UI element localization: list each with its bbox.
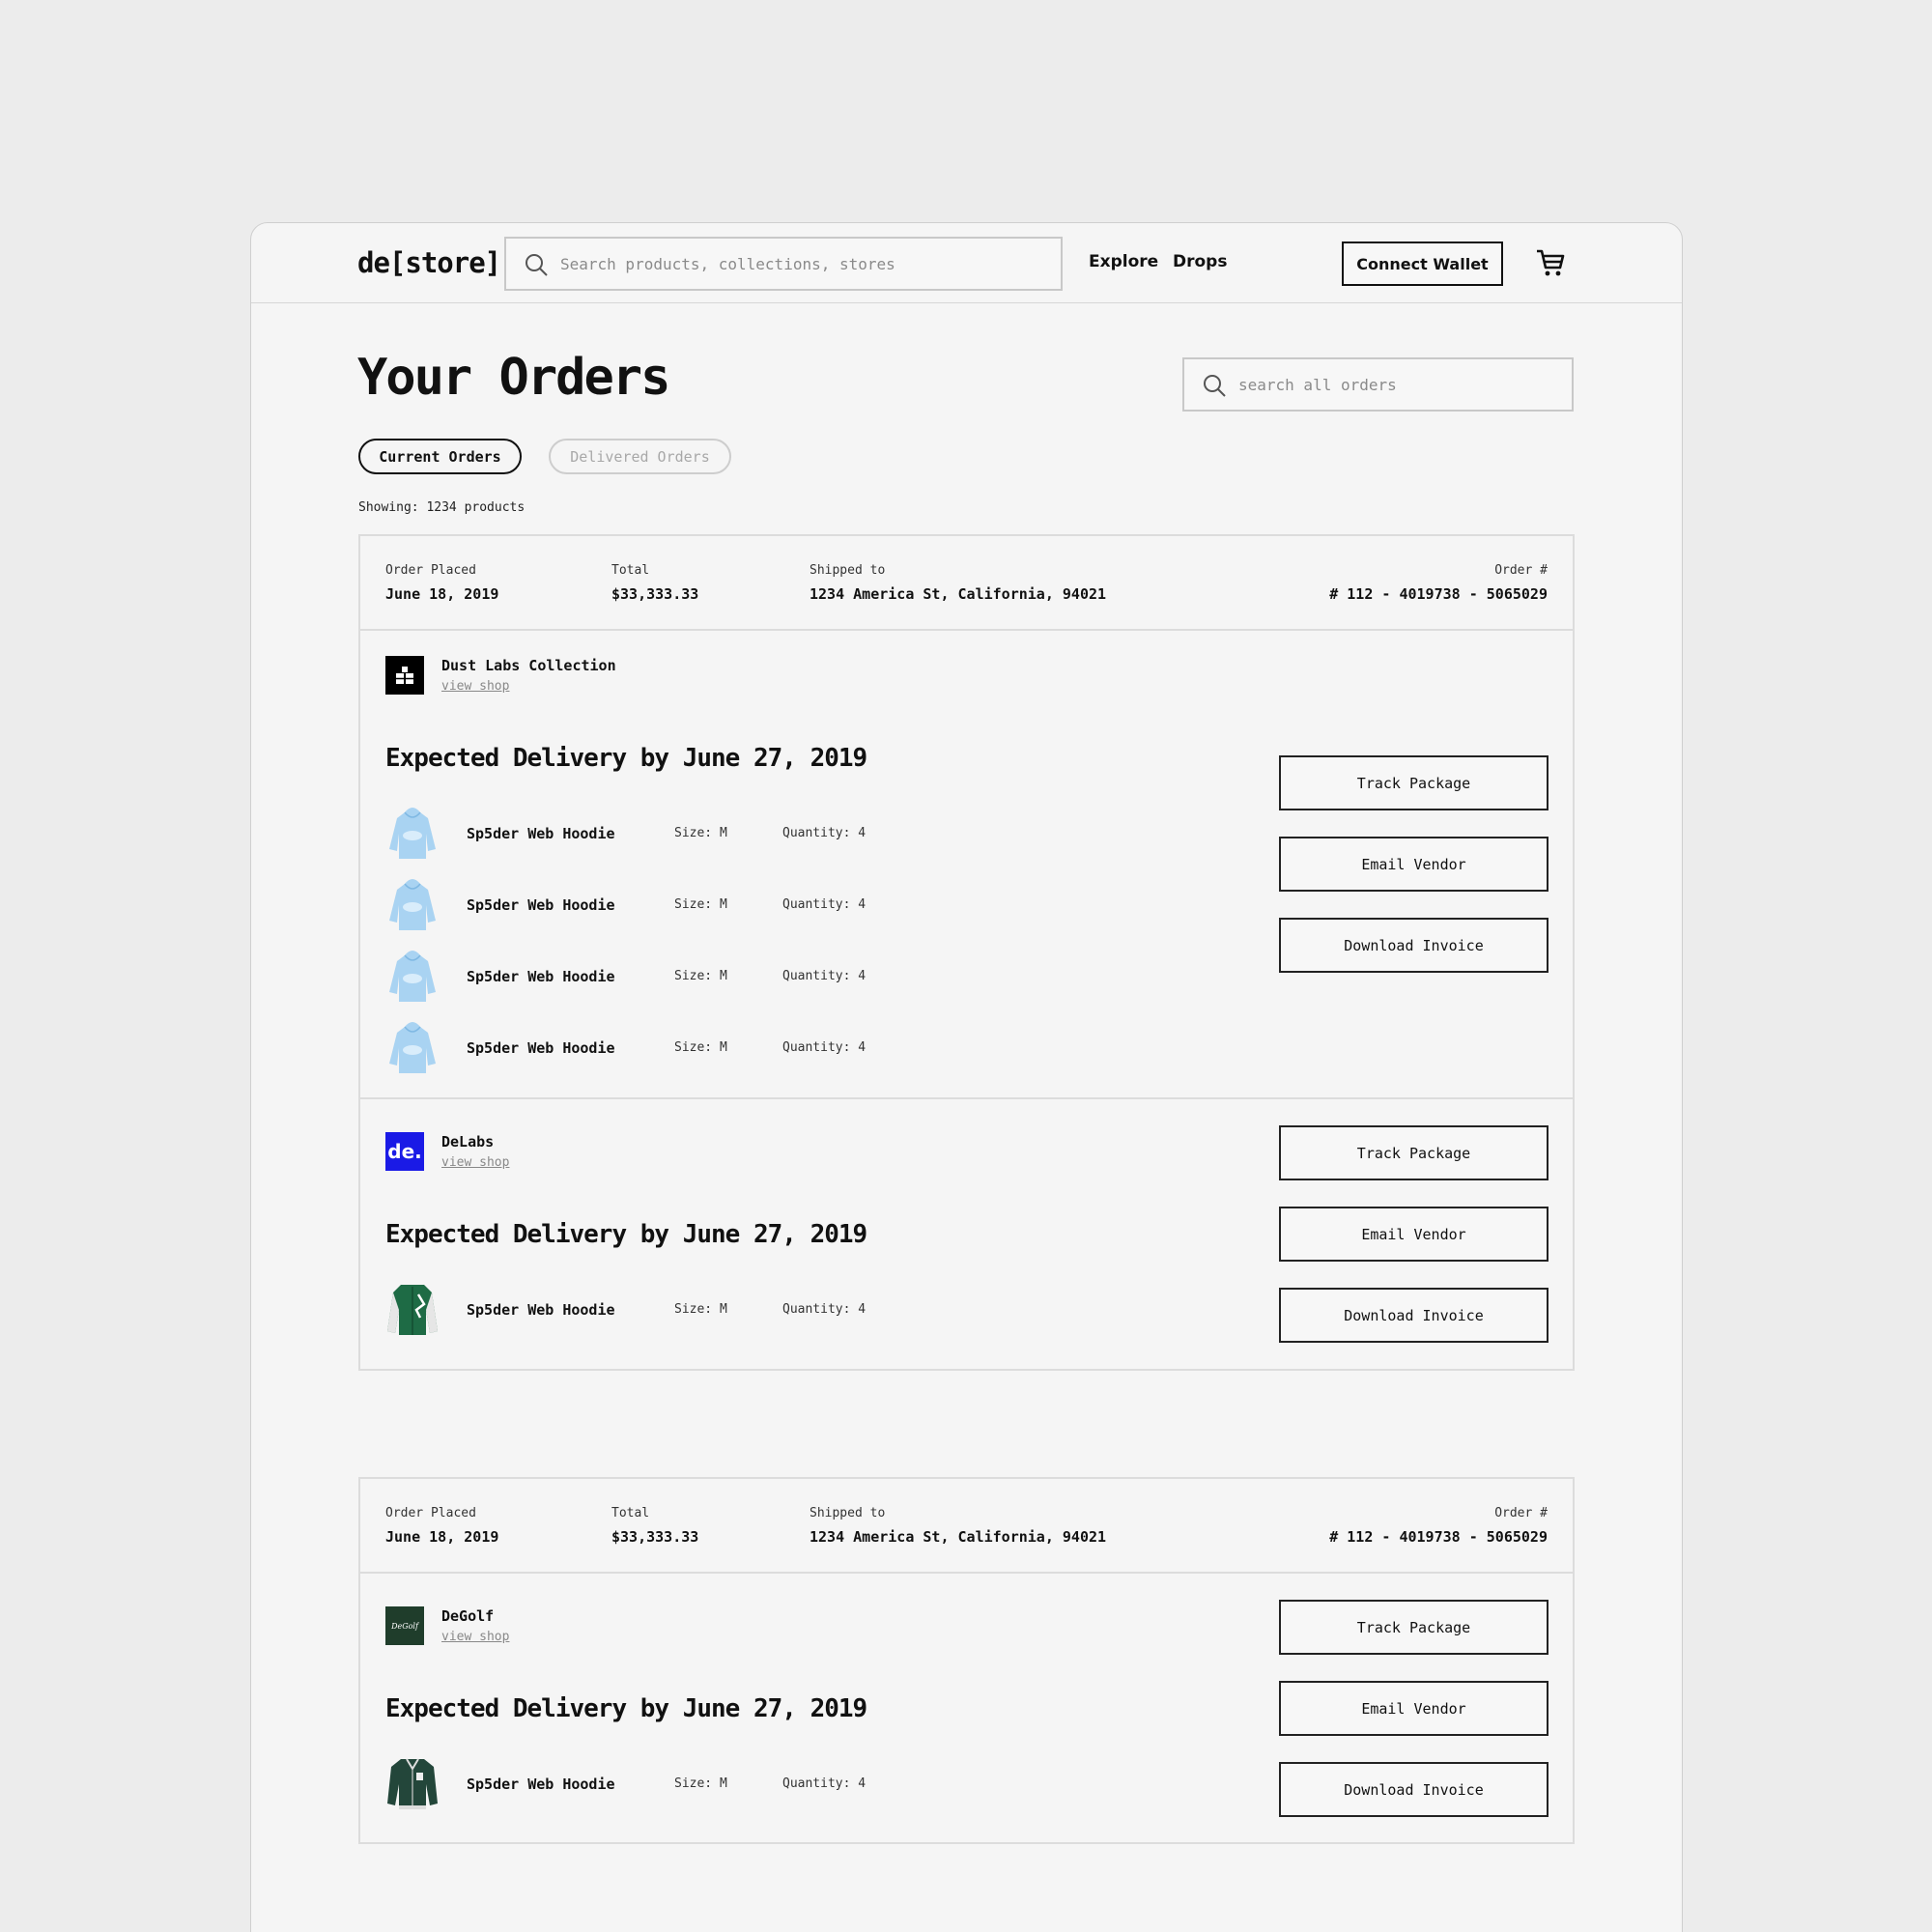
download-invoice-button[interactable]: Download Invoice — [1279, 1762, 1548, 1817]
item-quantity: Quantity: 4 — [782, 1776, 867, 1791]
order-summary: Order Placed June 18, 2019 Total $33,333… — [360, 1479, 1573, 1574]
app-window: de[store] Search products, collections, … — [250, 222, 1683, 1932]
total-value: $33,333.33 — [611, 1528, 699, 1546]
total-label: Total — [611, 1506, 650, 1520]
download-invoice-button[interactable]: Download Invoice — [1279, 918, 1548, 973]
cart-icon[interactable] — [1535, 248, 1566, 277]
total-label: Total — [611, 563, 650, 578]
item-name[interactable]: Sp5der Web Hoodie — [467, 1776, 615, 1793]
expected-delivery: Expected Delivery by June 27, 2019 — [385, 1220, 867, 1249]
shipped-to-value: 1234 America St, California, 94021 — [810, 585, 1107, 603]
line-item: Sp5der Web Hoodie Size: M Quantity: 4 — [385, 1281, 965, 1339]
shipped-to-value: 1234 America St, California, 94021 — [810, 1528, 1107, 1546]
order-placed-label: Order Placed — [385, 563, 476, 578]
hoodie-thumbnail — [389, 1022, 436, 1073]
search-icon — [1204, 375, 1226, 397]
line-item: Sp5der Web Hoodie Size: M Quantity: 4 — [385, 1019, 965, 1077]
tab-delivered-orders[interactable]: Delivered Orders — [549, 439, 731, 474]
vendor-section: de. DeLabs view shop Expected Delivery b… — [360, 1099, 1573, 1369]
order-placed-label: Order Placed — [385, 1506, 476, 1520]
order-card: Order Placed June 18, 2019 Total $33,333… — [358, 534, 1575, 1371]
item-name[interactable]: Sp5der Web Hoodie — [467, 896, 615, 914]
item-size: Size: M — [674, 897, 727, 912]
order-placed: Order Placed June 18, 2019 — [385, 1506, 498, 1546]
dust-labs-logo — [385, 656, 424, 695]
email-vendor-button[interactable]: Email Vendor — [1279, 1681, 1548, 1736]
order-placed-value: June 18, 2019 — [385, 1528, 499, 1546]
search-placeholder: Search products, collections, stores — [560, 255, 895, 273]
item-quantity: Quantity: 4 — [782, 1302, 867, 1317]
item-size: Size: M — [674, 1302, 727, 1317]
shipped-to: Shipped to 1234 America St, California, … — [810, 563, 1106, 603]
order-search-input[interactable]: search all orders — [1182, 357, 1574, 412]
item-quantity: Quantity: 4 — [782, 1040, 867, 1055]
order-placed-value: June 18, 2019 — [385, 585, 499, 603]
line-item: Sp5der Web Hoodie Size: M Quantity: 4 — [385, 876, 965, 934]
varsity-jacket-thumbnail — [387, 1285, 438, 1335]
download-invoice-button[interactable]: Download Invoice — [1279, 1288, 1548, 1343]
total-value: $33,333.33 — [611, 585, 699, 603]
item-size: Size: M — [674, 1040, 727, 1055]
store-logo[interactable]: de[store] — [357, 246, 501, 279]
product-search-input[interactable]: Search products, collections, stores — [504, 237, 1063, 291]
connect-wallet-button[interactable]: Connect Wallet — [1342, 242, 1503, 286]
vendor-section: DeGolf DeGolf view shop Expected Deliver… — [360, 1574, 1573, 1842]
item-size: Size: M — [674, 969, 727, 983]
page-title: Your Orders — [357, 349, 670, 407]
nav-explore[interactable]: Explore — [1089, 252, 1158, 271]
varsity-jacket-thumbnail — [387, 1758, 438, 1809]
order-total: Total $33,333.33 — [611, 563, 698, 603]
item-name[interactable]: Sp5der Web Hoodie — [467, 825, 615, 842]
order-number: Order # # 112 - 4019738 - 5065029 — [1329, 1506, 1548, 1546]
expected-delivery: Expected Delivery by June 27, 2019 — [385, 744, 867, 773]
shipped-to-label: Shipped to — [810, 1506, 886, 1520]
top-nav-bar: de[store] Search products, collections, … — [251, 223, 1682, 303]
order-search-placeholder: search all orders — [1238, 376, 1397, 394]
track-package-button[interactable]: Track Package — [1279, 755, 1548, 810]
order-card: Order Placed June 18, 2019 Total $33,333… — [358, 1477, 1575, 1844]
view-shop-link[interactable]: view shop — [441, 1155, 509, 1170]
line-item: Sp5der Web Hoodie Size: M Quantity: 4 — [385, 805, 965, 863]
item-name[interactable]: Sp5der Web Hoodie — [467, 968, 615, 985]
vendor-name: DeLabs — [441, 1133, 495, 1151]
item-name[interactable]: Sp5der Web Hoodie — [467, 1301, 615, 1319]
expected-delivery: Expected Delivery by June 27, 2019 — [385, 1694, 867, 1723]
order-number-value: # 112 - 4019738 - 5065029 — [1329, 1528, 1548, 1546]
view-shop-link[interactable]: view shop — [441, 679, 509, 694]
view-shop-link[interactable]: view shop — [441, 1630, 509, 1644]
track-package-button[interactable]: Track Package — [1279, 1600, 1548, 1655]
item-name[interactable]: Sp5der Web Hoodie — [467, 1039, 615, 1057]
hoodie-thumbnail — [389, 879, 436, 930]
item-quantity: Quantity: 4 — [782, 897, 867, 912]
shipped-to-label: Shipped to — [810, 563, 886, 578]
track-package-button[interactable]: Track Package — [1279, 1125, 1548, 1180]
order-summary: Order Placed June 18, 2019 Total $33,333… — [360, 536, 1573, 631]
delabs-logo: de. — [385, 1132, 424, 1171]
degolf-logo: DeGolf — [385, 1606, 424, 1645]
hoodie-thumbnail — [389, 808, 436, 859]
vendor-name: Dust Labs Collection — [441, 657, 616, 674]
email-vendor-button[interactable]: Email Vendor — [1279, 837, 1548, 892]
hoodie-thumbnail — [389, 951, 436, 1002]
item-size: Size: M — [674, 826, 727, 840]
search-icon — [526, 254, 548, 276]
nav-drops[interactable]: Drops — [1173, 252, 1227, 271]
vendor-section: Dust Labs Collection view shop Expected … — [360, 631, 1573, 1099]
item-quantity: Quantity: 4 — [782, 826, 867, 840]
vendor-name: DeGolf — [441, 1607, 495, 1625]
tab-current-orders[interactable]: Current Orders — [358, 439, 522, 474]
item-quantity: Quantity: 4 — [782, 969, 867, 983]
order-number-label: Order # — [1494, 1506, 1548, 1520]
order-total: Total $33,333.33 — [611, 1506, 698, 1546]
shipped-to: Shipped to 1234 America St, California, … — [810, 1506, 1106, 1546]
order-placed: Order Placed June 18, 2019 — [385, 563, 498, 603]
line-item: Sp5der Web Hoodie Size: M Quantity: 4 — [385, 1755, 965, 1813]
order-number: Order # # 112 - 4019738 - 5065029 — [1329, 563, 1548, 603]
line-item: Sp5der Web Hoodie Size: M Quantity: 4 — [385, 948, 965, 1006]
order-number-value: # 112 - 4019738 - 5065029 — [1329, 585, 1548, 603]
email-vendor-button[interactable]: Email Vendor — [1279, 1207, 1548, 1262]
item-size: Size: M — [674, 1776, 727, 1791]
order-number-label: Order # — [1494, 563, 1548, 578]
results-count: Showing: 1234 products — [358, 500, 526, 515]
